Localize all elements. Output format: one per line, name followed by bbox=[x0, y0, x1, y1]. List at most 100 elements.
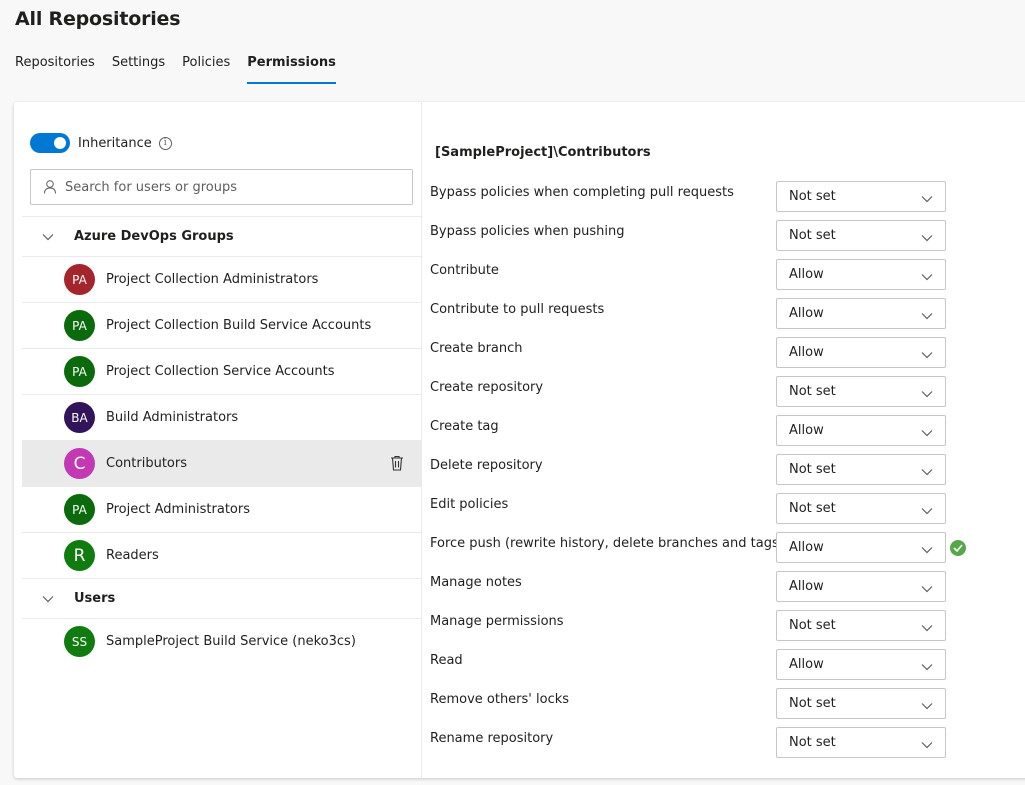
permission-label: Remove others' locks bbox=[430, 692, 570, 707]
permission-value: Allow bbox=[789, 345, 824, 360]
avatar: SS bbox=[64, 626, 95, 657]
chevron-down-icon bbox=[921, 582, 933, 597]
permission-dropdown[interactable]: Not set bbox=[776, 610, 946, 641]
avatar: PA bbox=[64, 494, 95, 525]
chevron-down-icon bbox=[921, 504, 933, 519]
identity-item[interactable]: SS SampleProject Build Service (neko3cs) bbox=[22, 618, 421, 664]
tab-repositories[interactable]: Repositories bbox=[15, 55, 95, 84]
permission-dropdown[interactable]: Not set bbox=[776, 220, 946, 251]
permission-value: Allow bbox=[789, 267, 824, 282]
permission-row: Read Allow bbox=[430, 648, 990, 687]
chevron-down-icon[interactable] bbox=[42, 595, 56, 603]
identity-item[interactable]: PA Project Collection Build Service Accou… bbox=[22, 302, 421, 348]
identity-item[interactable]: PA Project Collection Service Accounts bbox=[22, 348, 421, 394]
permission-value: Allow bbox=[789, 306, 824, 321]
permissions-panel: Inheritance i Azure DevOps Groups PA Proje… bbox=[14, 102, 1025, 778]
permission-label: Bypass policies when pushing bbox=[430, 224, 625, 239]
permissions-pane: [SampleProject]\Contributors Bypass poli… bbox=[422, 102, 1025, 778]
group-header-azure-devops-groups[interactable]: Azure DevOps Groups bbox=[22, 216, 421, 256]
permission-label: Read bbox=[430, 653, 463, 668]
identity-name: Build Administrators bbox=[106, 410, 239, 425]
identity-name: Project Collection Administrators bbox=[106, 272, 319, 287]
chevron-down-icon bbox=[921, 348, 933, 363]
permission-row: Create branch Allow bbox=[430, 336, 990, 375]
permission-dropdown[interactable]: Not set bbox=[776, 181, 946, 212]
tab-settings[interactable]: Settings bbox=[112, 55, 165, 84]
permission-dropdown[interactable]: Allow bbox=[776, 415, 946, 446]
search-input[interactable] bbox=[65, 179, 385, 195]
permission-label: Force push (rewrite history, delete bran… bbox=[430, 536, 784, 551]
permission-label: Rename repository bbox=[430, 731, 554, 746]
permission-row: Contribute to pull requests Allow bbox=[430, 297, 990, 336]
group-header-users[interactable]: Users bbox=[22, 578, 421, 618]
permission-label: Contribute to pull requests bbox=[430, 302, 605, 317]
permission-value: Not set bbox=[789, 501, 836, 516]
permission-value: Not set bbox=[789, 189, 836, 204]
identity-item[interactable]: PA Project Administrators bbox=[22, 486, 421, 532]
permission-value: Not set bbox=[789, 696, 836, 711]
avatar: C bbox=[64, 448, 95, 479]
info-icon[interactable]: i bbox=[158, 136, 172, 150]
inheritance-row: Inheritance i bbox=[30, 133, 172, 153]
search-box bbox=[30, 169, 413, 205]
permission-label: Contribute bbox=[430, 263, 499, 278]
person-search-icon bbox=[44, 180, 56, 194]
chevron-down-icon bbox=[921, 738, 933, 753]
permission-dropdown[interactable]: Allow bbox=[776, 571, 946, 602]
permission-row: Edit policies Not set bbox=[430, 492, 990, 531]
permission-row: Manage notes Allow bbox=[430, 570, 990, 609]
permission-value: Not set bbox=[789, 735, 836, 750]
avatar: R bbox=[64, 540, 95, 571]
chevron-down-icon[interactable] bbox=[42, 233, 56, 241]
permission-dropdown[interactable]: Not set bbox=[776, 688, 946, 719]
permission-dropdown[interactable]: Allow bbox=[776, 649, 946, 680]
permission-label: Create tag bbox=[430, 419, 499, 434]
permission-dropdown[interactable]: Not set bbox=[776, 493, 946, 524]
permission-value: Allow bbox=[789, 579, 824, 594]
permission-row: Create repository Not set bbox=[430, 375, 990, 414]
chevron-down-icon bbox=[921, 699, 933, 714]
group-name: Users bbox=[74, 591, 116, 606]
chevron-down-icon bbox=[921, 192, 933, 207]
identity-item[interactable]: PA Project Collection Administrators bbox=[22, 256, 421, 302]
inheritance-toggle[interactable] bbox=[30, 133, 70, 153]
trash-icon[interactable] bbox=[390, 455, 404, 475]
permission-dropdown[interactable]: Allow bbox=[776, 337, 946, 368]
avatar: PA bbox=[64, 310, 95, 341]
permission-dropdown[interactable]: Not set bbox=[776, 454, 946, 485]
identity-name: Readers bbox=[106, 548, 159, 563]
identity-item[interactable]: C Contributors bbox=[22, 440, 421, 486]
permission-value: Not set bbox=[789, 384, 836, 399]
chevron-down-icon bbox=[921, 426, 933, 441]
permission-dropdown[interactable]: Not set bbox=[776, 376, 946, 407]
permission-row: Contribute Allow bbox=[430, 258, 990, 297]
tab-policies[interactable]: Policies bbox=[182, 55, 230, 84]
identity-list: Azure DevOps Groups PA Project Collection … bbox=[22, 216, 421, 664]
permission-label: Manage permissions bbox=[430, 614, 564, 629]
permission-label: Edit policies bbox=[430, 497, 509, 512]
permission-value: Not set bbox=[789, 228, 836, 243]
permission-dropdown[interactable]: Allow bbox=[776, 259, 946, 290]
chevron-down-icon bbox=[921, 465, 933, 480]
permission-value: Allow bbox=[789, 540, 824, 555]
check-circle-icon bbox=[950, 540, 966, 556]
identity-pane: Inheritance i Azure DevOps Groups PA Proje… bbox=[14, 102, 422, 778]
chevron-down-icon bbox=[921, 543, 933, 558]
permission-row: Force push (rewrite history, delete bran… bbox=[430, 531, 990, 570]
permission-dropdown[interactable]: Allow bbox=[776, 298, 946, 329]
identity-name: SampleProject Build Service (neko3cs) bbox=[106, 634, 356, 649]
permission-value: Not set bbox=[789, 462, 836, 477]
permission-row: Bypass policies when pushing Not set bbox=[430, 219, 990, 258]
identity-item[interactable]: R Readers bbox=[22, 532, 421, 578]
permission-value: Not set bbox=[789, 618, 836, 633]
permission-row: Remove others' locks Not set bbox=[430, 687, 990, 726]
identity-item[interactable]: BA Build Administrators bbox=[22, 394, 421, 440]
permission-row: Create tag Allow bbox=[430, 414, 990, 453]
permission-value: Allow bbox=[789, 423, 824, 438]
permission-dropdown[interactable]: Allow bbox=[776, 532, 946, 563]
tab-bar: Repositories Settings Policies Permissio… bbox=[15, 55, 353, 84]
permission-dropdown[interactable]: Not set bbox=[776, 727, 946, 758]
identity-name: Project Collection Build Service Account… bbox=[106, 318, 372, 333]
avatar: BA bbox=[64, 402, 95, 433]
tab-permissions[interactable]: Permissions bbox=[247, 55, 336, 84]
